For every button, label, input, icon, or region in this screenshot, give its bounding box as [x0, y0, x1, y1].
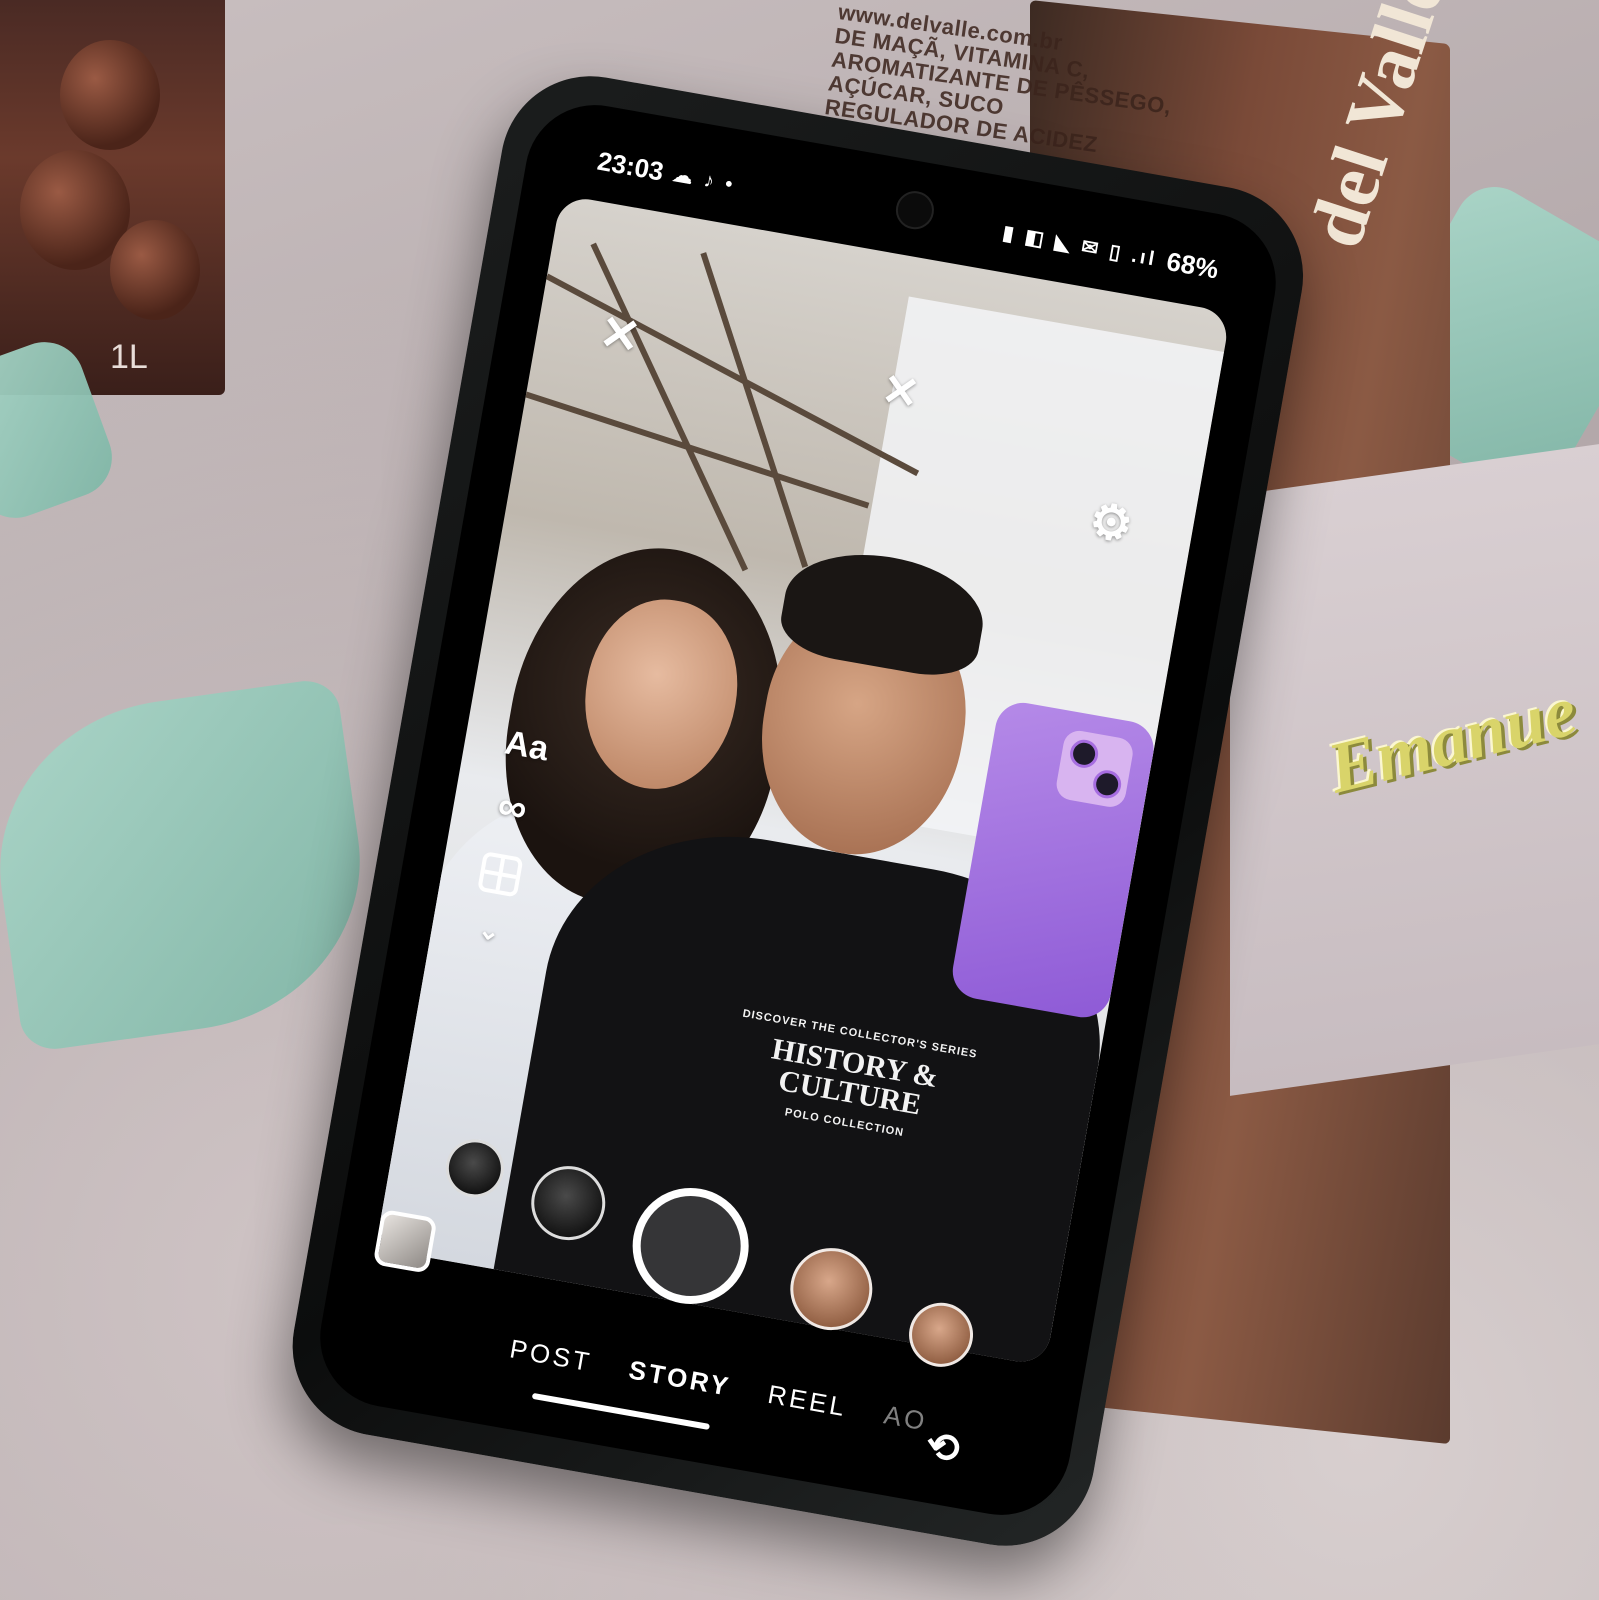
status-time: 23:03: [595, 145, 666, 187]
notification-icons: ☁ ♪ •: [671, 163, 738, 197]
ceiling-beam: [525, 391, 870, 509]
gallery-thumbnail[interactable]: [372, 1208, 438, 1274]
flip-camera-icon[interactable]: ⟲: [922, 1422, 963, 1473]
ceiling-beam: [590, 242, 749, 572]
camera-viewfinder[interactable]: DISCOVER THE COLLECTOR'S SERIES HISTORY …: [375, 194, 1231, 1367]
status-bar-left: 23:03 ☁ ♪ •: [595, 146, 738, 201]
juice-carton-left: 1L: [0, 0, 225, 395]
text-tool-icon[interactable]: Aa: [502, 723, 551, 769]
status-bar-right: ▮ ◧ ◣ ✉ ▯ .ıl 68%: [1000, 217, 1221, 285]
photo-scene: 1L www.delvalle.com.br DE MAÇÃ, VITAMINA…: [0, 0, 1599, 1600]
home-indicator[interactable]: [531, 1392, 711, 1430]
carton-volume-label: 1L: [110, 338, 148, 376]
tab-reel[interactable]: REEL: [765, 1379, 850, 1423]
front-camera-hole: [892, 188, 937, 233]
close-icon[interactable]: ✕: [595, 304, 644, 366]
system-icons: ▮ ◧ ◣ ✉ ▯ .ıl: [1000, 221, 1159, 271]
battery-percentage: 68%: [1164, 245, 1221, 285]
tab-story[interactable]: STORY: [626, 1354, 734, 1402]
camera-module: [1054, 728, 1136, 810]
grape-illustration: [110, 220, 200, 320]
tab-post[interactable]: POST: [507, 1333, 595, 1378]
grape-illustration: [60, 40, 160, 150]
layout-icon[interactable]: [477, 851, 524, 898]
ceiling-beam: [545, 273, 920, 477]
tab-more[interactable]: AO: [881, 1399, 930, 1437]
mode-tabs: POST STORY REEL AO: [507, 1333, 930, 1437]
